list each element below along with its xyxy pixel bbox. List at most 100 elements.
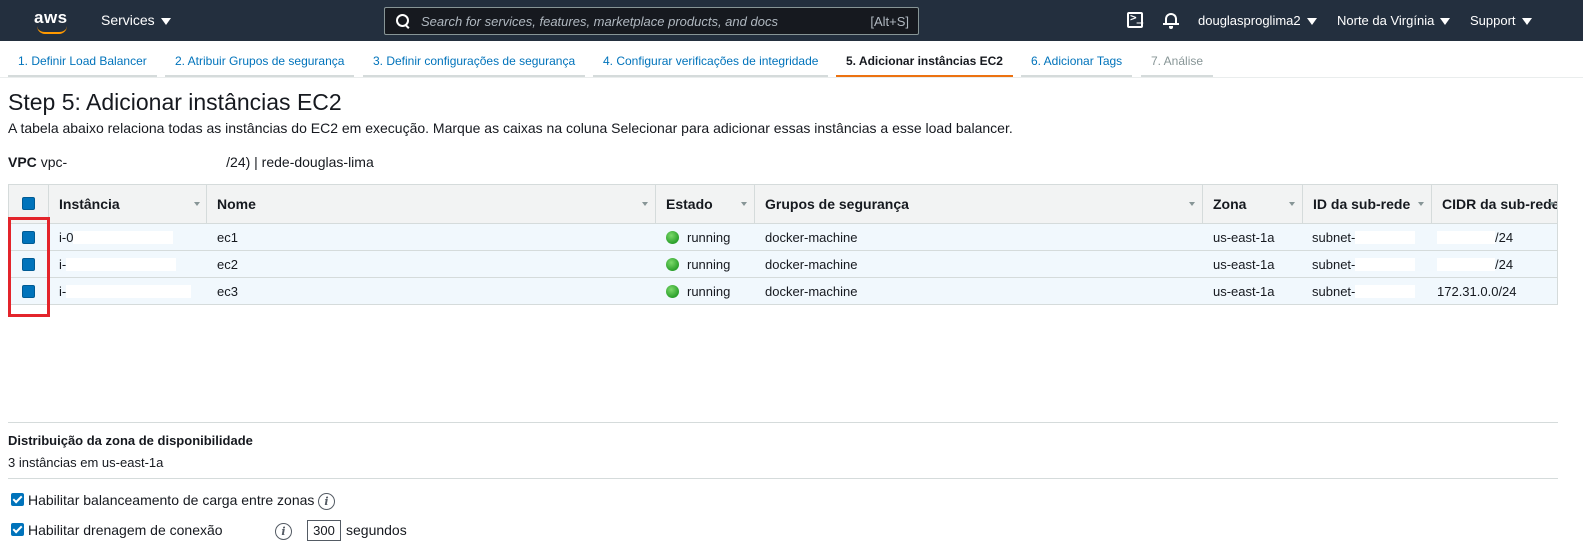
tab-definir-load-balancer[interactable]: 1. Definir Load Balancer [8,47,157,77]
subnet-cidr: /24 [1437,230,1513,245]
security-groups: docker-machine [765,257,858,272]
wizard-steps: 1. Definir Load Balancer 2. Atribuir Gru… [0,41,1583,78]
instance-id: i- [59,257,177,272]
sort-caret-icon [642,202,648,206]
sort-caret-icon [194,202,200,206]
sort-caret-icon [1549,202,1555,206]
page-description: A tabela abaixo relaciona todas as instâ… [8,120,1013,136]
bell-icon[interactable] [1163,11,1179,29]
support-label: Support [1470,13,1516,28]
highlight-annotation-box [8,217,50,317]
instance-state: running [666,284,730,299]
connection-draining-label: Habilitar drenagem de conexão [28,522,223,538]
sort-caret-icon [1189,202,1195,206]
tab-definir-configuracoes-seguranca[interactable]: 3. Definir configurações de segurança [363,47,586,77]
tab-adicionar-tags[interactable]: 6. Adicionar Tags [1021,47,1133,77]
column-header-label: Estado [666,196,713,212]
divider [8,478,1558,479]
cloudshell-icon[interactable] [1127,11,1143,28]
instances-table: Instância Nome Estado Grupos de seguranç… [8,184,1558,305]
search-shortcut-hint: [Alt+S] [870,14,909,29]
security-groups: docker-machine [765,230,858,245]
column-header-instancia[interactable]: Instância [49,185,207,223]
search-icon [396,14,410,28]
redacted-mask [1437,231,1495,244]
tab-adicionar-instancias-ec2[interactable]: 5. Adicionar instâncias EC2 [836,47,1013,77]
column-header-estado[interactable]: Estado [656,185,755,223]
column-header-id-sub-rede[interactable]: ID da sub-rede [1303,185,1432,223]
cross-zone-label: Habilitar balanceamento de carga entre z… [28,492,315,508]
instance-name: ec1 [217,230,238,245]
column-header-cidr[interactable]: CIDR da sub-rede [1432,185,1557,223]
subnet-id: subnet- [1312,257,1416,272]
redacted-mask [73,231,174,244]
info-icon[interactable]: i [275,523,292,540]
running-status-icon [666,258,679,271]
services-label: Services [101,12,155,28]
caret-down-icon [160,17,171,25]
table-header: Instância Nome Estado Grupos de seguranç… [8,184,1558,224]
redacted-mask [1355,285,1416,298]
redacted-mask [66,258,177,271]
page-title: Step 5: Adicionar instâncias EC2 [8,89,342,115]
info-icon[interactable]: i [318,493,335,510]
running-status-icon [666,285,679,298]
vpc-suffix: /24) | rede-douglas-lima [226,154,374,170]
subnet-cidr: 172.31.0.0/24 [1437,284,1517,299]
redacted-mask [1437,258,1495,271]
column-header-label: Nome [217,196,256,212]
column-header-grupos[interactable]: Grupos de segurança [755,185,1203,223]
search-input[interactable] [421,12,851,30]
region-label: Norte da Virgínia [1337,13,1435,28]
tab-atribuir-grupos-seguranca[interactable]: 2. Atribuir Grupos de segurança [165,47,355,77]
sort-caret-icon [1418,202,1424,206]
vpc-label: VPC [8,154,37,170]
draining-timeout-input[interactable]: 300 [307,520,341,541]
instance-state: running [666,230,730,245]
table-row[interactable]: i-0 ec1 running docker-machine us-east-1… [8,224,1558,251]
region-menu[interactable]: Norte da Virgínia [1337,13,1451,28]
instance-id: i-0 [59,230,174,245]
top-navigation-bar: aws Services [Alt+S] douglasproglima2 No… [0,0,1583,41]
az-distribution-title: Distribuição da zona de disponibilidade [8,433,253,448]
subnet-cidr: /24 [1437,257,1513,272]
column-header-nome[interactable]: Nome [207,185,656,223]
subnet-id: subnet- [1312,230,1416,245]
search-box[interactable]: [Alt+S] [384,7,919,35]
redacted-mask [66,285,192,298]
tab-configurar-verificacoes[interactable]: 4. Configurar verificações de integridad… [593,47,829,77]
instance-name: ec3 [217,284,238,299]
table-row[interactable]: i- ec3 running docker-machine us-east-1a… [8,278,1558,305]
caret-down-icon [1521,18,1532,26]
tab-analise: 7. Análise [1141,47,1214,77]
divider [8,422,1558,423]
security-groups: docker-machine [765,284,858,299]
column-header-zona[interactable]: Zona [1203,185,1303,223]
column-header-label: Grupos de segurança [765,196,909,212]
column-header-label: ID da sub-rede [1313,196,1411,212]
table-row[interactable]: i- ec2 running docker-machine us-east-1a… [8,251,1558,278]
instance-name: ec2 [217,257,238,272]
sort-caret-icon [741,202,747,206]
instance-state: running [666,257,730,272]
running-status-icon [666,231,679,244]
draining-unit-label: segundos [346,522,407,538]
zone: us-east-1a [1213,284,1275,299]
column-header-label: Instância [59,196,120,212]
caret-down-icon [1306,18,1317,26]
az-distribution-value: 3 instâncias em us-east-1a [8,455,164,470]
account-menu[interactable]: douglasproglima2 [1198,13,1317,28]
aws-logo-text: aws [34,8,68,27]
services-menu[interactable]: Services [101,12,171,28]
support-menu[interactable]: Support [1470,13,1532,28]
vpc-id: vpc- [40,154,68,170]
redacted-mask [1355,258,1416,271]
redacted-mask [67,156,227,169]
aws-logo[interactable]: aws [34,8,74,34]
zone: us-east-1a [1213,257,1275,272]
connection-draining-checkbox[interactable] [11,523,24,536]
cross-zone-checkbox[interactable] [11,493,24,506]
select-all-checkbox[interactable] [22,197,35,210]
caret-down-icon [1440,18,1451,26]
redacted-mask [1355,231,1416,244]
